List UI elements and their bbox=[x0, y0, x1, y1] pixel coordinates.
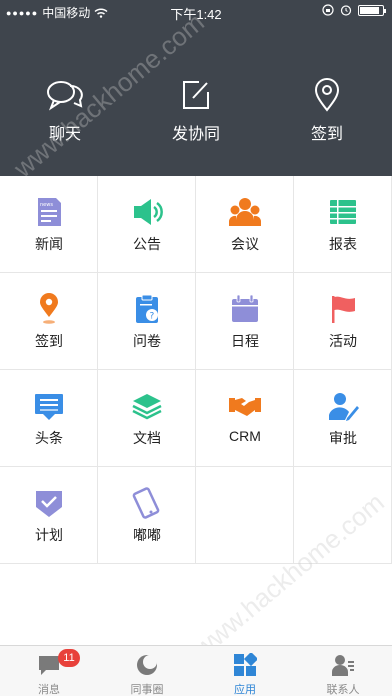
app-label: 审批 bbox=[329, 430, 357, 446]
quick-action-checkin[interactable]: 签到 bbox=[262, 78, 392, 144]
app-crm[interactable]: CRM bbox=[196, 370, 294, 467]
handshake-icon bbox=[229, 398, 261, 416]
report-icon bbox=[330, 200, 356, 224]
app-announcement[interactable]: 公告 bbox=[98, 176, 196, 273]
meeting-icon bbox=[229, 198, 261, 226]
quick-action-label: 签到 bbox=[310, 126, 343, 143]
app-headline[interactable]: 头条 bbox=[0, 370, 98, 467]
headline-icon bbox=[35, 394, 63, 420]
app-label: 问卷 bbox=[133, 333, 161, 349]
app-label: 活动 bbox=[329, 333, 357, 349]
tab-label: 应用 bbox=[234, 684, 256, 696]
app-documents[interactable]: 文档 bbox=[98, 370, 196, 467]
app-label: 日程 bbox=[231, 333, 259, 349]
quick-action-label: 聊天 bbox=[48, 126, 81, 143]
app-news[interactable]: news 新闻 bbox=[0, 176, 98, 273]
colleague-circle-icon bbox=[137, 655, 157, 675]
plan-check-icon bbox=[36, 491, 62, 517]
svg-text:news: news bbox=[40, 202, 53, 208]
tab-colleague-circle[interactable]: 同事圈 bbox=[98, 646, 196, 696]
header: ●●●●● 中国移动 下午1:42 聊天 发协同 签到 bbox=[0, 0, 392, 176]
quick-action-new-collab[interactable]: 发协同 bbox=[131, 78, 261, 144]
battery-icon bbox=[358, 4, 386, 16]
app-dudu[interactable]: 嘟嘟 bbox=[98, 467, 196, 564]
bottom-tab-bar: 11 消息 同事圈 应用 联系人 bbox=[0, 645, 392, 696]
app-label: 报表 bbox=[329, 236, 357, 252]
app-schedule[interactable]: 日程 bbox=[196, 273, 294, 370]
tab-label: 同事圈 bbox=[130, 684, 164, 696]
tab-contacts[interactable]: 联系人 bbox=[294, 646, 392, 696]
app-label: 公告 bbox=[133, 236, 161, 252]
contacts-icon bbox=[332, 655, 354, 676]
tab-messages[interactable]: 11 消息 bbox=[0, 646, 98, 696]
alarm-icon bbox=[340, 5, 352, 16]
app-approval[interactable]: 审批 bbox=[294, 370, 392, 467]
app-label: 签到 bbox=[35, 333, 63, 349]
app-label: CRM bbox=[229, 428, 261, 444]
app-plan[interactable]: 计划 bbox=[0, 467, 98, 564]
svg-text:?: ? bbox=[150, 312, 155, 322]
app-label: 嘟嘟 bbox=[133, 527, 161, 543]
app-survey[interactable]: ? 问卷 bbox=[98, 273, 196, 370]
tab-label: 联系人 bbox=[326, 684, 360, 696]
chat-bubbles-icon bbox=[47, 81, 83, 111]
survey-icon: ? bbox=[136, 294, 158, 323]
location-pin-icon bbox=[40, 293, 58, 324]
quick-action-label: 发协同 bbox=[171, 126, 220, 143]
app-empty-slot bbox=[294, 467, 392, 564]
app-meeting[interactable]: 会议 bbox=[196, 176, 294, 273]
unread-badge: 11 bbox=[58, 649, 80, 667]
app-label: 头条 bbox=[35, 430, 63, 446]
tab-label: 消息 bbox=[38, 684, 60, 696]
tab-apps[interactable]: 应用 bbox=[196, 646, 294, 696]
news-icon: news bbox=[38, 198, 61, 226]
app-label: 会议 bbox=[231, 236, 259, 252]
app-report[interactable]: 报表 bbox=[294, 176, 392, 273]
speaker-icon bbox=[134, 199, 163, 225]
app-activity[interactable]: 活动 bbox=[294, 273, 392, 370]
app-empty-slot bbox=[196, 467, 294, 564]
status-right bbox=[322, 4, 386, 16]
location-pin-icon bbox=[314, 78, 340, 112]
quick-action-chat[interactable]: 聊天 bbox=[0, 78, 130, 144]
app-label: 文档 bbox=[133, 430, 161, 446]
app-checkin[interactable]: 签到 bbox=[0, 273, 98, 370]
app-label: 计划 bbox=[35, 527, 63, 543]
rotation-lock-icon bbox=[322, 4, 334, 16]
apps-grid-icon bbox=[234, 653, 257, 676]
edit-square-icon bbox=[183, 81, 209, 109]
status-bar: ●●●●● 中国移动 下午1:42 bbox=[0, 0, 392, 22]
flag-icon bbox=[332, 296, 355, 323]
layers-icon bbox=[132, 394, 162, 420]
app-label: 新闻 bbox=[35, 236, 63, 252]
calendar-icon bbox=[232, 294, 258, 322]
phone-icon bbox=[132, 487, 160, 519]
approval-icon bbox=[329, 393, 359, 421]
